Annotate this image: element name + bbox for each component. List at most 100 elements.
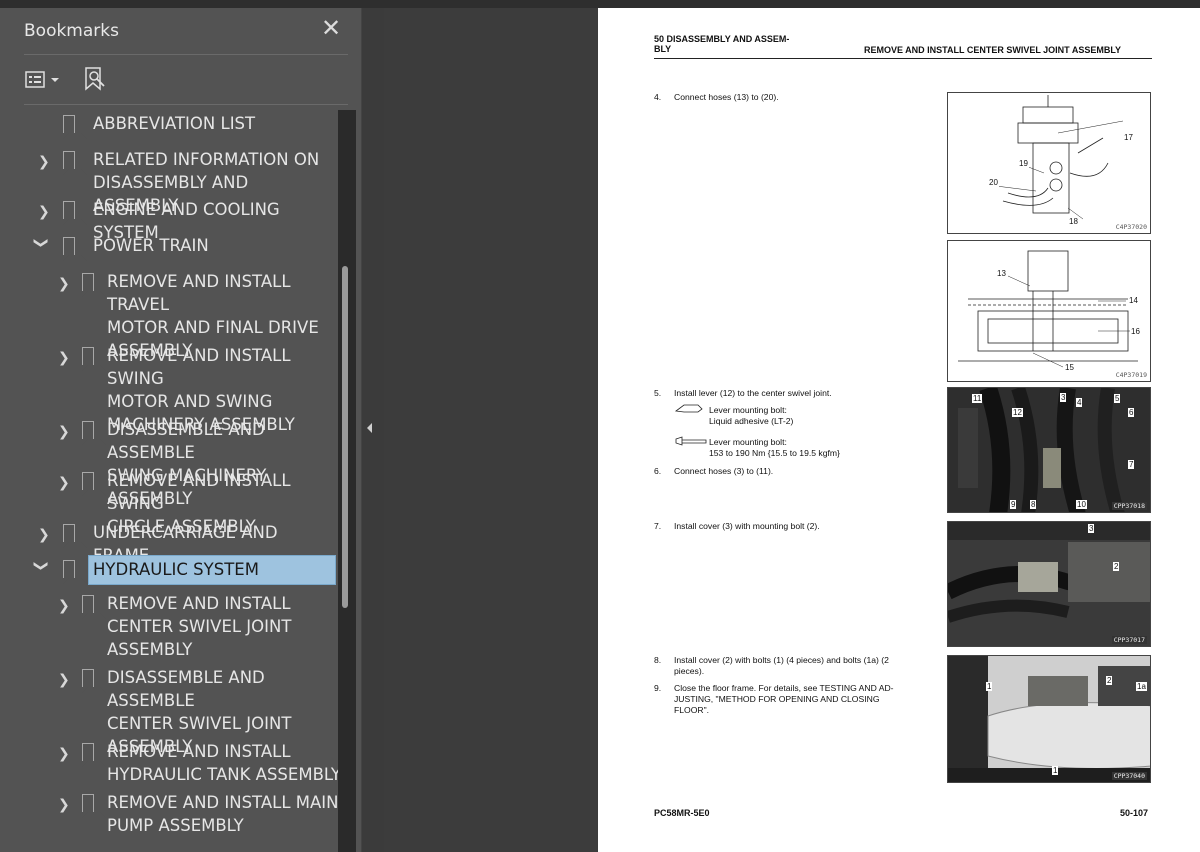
collapse-panel-button[interactable] <box>364 420 384 440</box>
chevron-right-icon[interactable]: ❯ <box>58 347 72 366</box>
callout-label: 5 <box>1114 394 1121 403</box>
photo-floor <box>948 656 1150 782</box>
step-7: 7. Install cover (3) with mounting bolt … <box>654 521 934 533</box>
bookmarks-title: Bookmarks <box>24 21 119 41</box>
bookmark-item[interactable]: ABBREVIATION LIST <box>0 112 338 139</box>
chevron-right-icon[interactable]: ❯ <box>38 151 52 170</box>
step-text: Install cover (3) with mounting bolt (2)… <box>674 521 820 531</box>
callout-label: 9 <box>1010 500 1017 509</box>
chevron-right-icon[interactable]: ❯ <box>58 421 72 440</box>
step-text: Close the floor frame. For details, see … <box>674 683 894 715</box>
step-8: 8. Install cover (2) with bolts (1) (4 p… <box>654 655 944 679</box>
bookmark-label: REMOVE AND INSTALL MAIN PUMP ASSEMBLY <box>107 793 338 835</box>
bookmark-item[interactable]: ❯ REMOVE AND INSTALL SWING MOTOR AND SWI… <box>0 344 338 434</box>
torque-spec: Lever mounting bolt: 153 to 190 Nm {15.5… <box>689 437 919 461</box>
bookmark-item[interactable]: ❯ UNDERCARRIAGE AND FRAME <box>0 521 338 565</box>
step-number: 7. <box>654 521 662 531</box>
chevron-right-icon[interactable]: ❯ <box>58 595 72 614</box>
callout-label: 16 <box>1130 327 1141 336</box>
bookmark-icon <box>81 669 106 693</box>
chevron-right-icon[interactable]: ❯ <box>58 472 72 491</box>
bookmark-item-selected[interactable]: ❯ HYDRAULIC SYSTEM <box>0 555 338 585</box>
bookmark-item[interactable]: ❯ REMOVE AND INSTALL CENTER SWIVEL JOINT… <box>0 592 338 662</box>
spec-text: Lever mounting bolt: Liquid adhesive (LT… <box>709 405 794 426</box>
figure-code: CPP37040 <box>1111 772 1147 780</box>
chevron-right-icon[interactable]: ❯ <box>58 794 72 813</box>
bookmark-item[interactable]: ❯ DISASSEMBLE AND ASSEMBLE CENTER SWIVEL… <box>0 666 338 756</box>
chevron-right-icon[interactable]: ❯ <box>58 743 72 762</box>
section-header: 50 DISASSEMBLY AND ASSEM- BLY <box>654 34 790 54</box>
chevron-down-icon[interactable]: ❯ <box>33 560 52 574</box>
callout-label: 1 <box>1052 766 1059 775</box>
chevron-right-icon[interactable]: ❯ <box>38 524 52 543</box>
step-4: 4. Connect hoses (13) to (20). <box>654 92 934 104</box>
step-number: 9. <box>654 683 662 693</box>
bookmark-item[interactable]: ❯ DISASSEMBLE AND ASSEMBLE SWING MACHINE… <box>0 418 338 508</box>
bookmark-item[interactable]: ❯ REMOVE AND INSTALL SWING CIRCLE ASSEMB… <box>0 469 338 536</box>
callout-label: 3 <box>1060 393 1067 402</box>
step-6: 6. Connect hoses (3) to (11). <box>654 466 934 478</box>
viewer-background <box>384 8 597 852</box>
bookmark-item[interactable]: ❯ REMOVE AND INSTALL HYDRAULIC TANK ASSE… <box>0 740 338 786</box>
chevron-right-icon[interactable]: ❯ <box>58 273 72 292</box>
step-9: 9. Close the floor frame. For details, s… <box>654 683 944 719</box>
bookmark-tree: ABBREVIATION LIST ❯ RELATED INFORMATION … <box>0 102 338 844</box>
bookmark-search-icon <box>85 67 105 91</box>
callout-label: 7 <box>1128 460 1135 469</box>
bookmark-icon <box>62 560 87 584</box>
callout-label: 18 <box>1068 217 1079 226</box>
bookmark-icon <box>62 201 87 225</box>
scrollbar-thumb[interactable] <box>342 266 348 608</box>
header-rule <box>654 58 1152 59</box>
bookmark-item[interactable]: ❯ RELATED INFORMATION ON DISASSEMBLY AND… <box>0 148 338 215</box>
callout-label: 3 <box>1088 524 1095 533</box>
figure-hoses-diagram: 17 19 20 18 C4P37020 <box>947 92 1151 234</box>
callout-label: 12 <box>1012 408 1023 417</box>
bookmark-label: REMOVE AND INSTALL CENTER SWIVEL JOINT A… <box>107 594 292 659</box>
close-icon[interactable]: ✕ <box>318 16 344 42</box>
bookmark-label: REMOVE AND INSTALL HYDRAULIC TANK ASSEMB… <box>107 742 338 784</box>
figure-photo-hoses: 11 12 3 4 5 6 7 9 8 10 CPP37018 <box>947 387 1151 513</box>
step-text: Connect hoses (13) to (20). <box>674 92 779 102</box>
bookmark-icon <box>62 237 87 261</box>
bookmark-icon <box>62 151 87 175</box>
photo-hoses <box>948 388 1150 512</box>
step-number: 4. <box>654 92 662 102</box>
callout-label: 17 <box>1123 133 1134 142</box>
find-bookmark-button[interactable] <box>82 65 112 93</box>
callout-label: 4 <box>1076 398 1083 407</box>
footer-model: PC58MR-5E0 <box>654 808 710 818</box>
chevron-left-icon <box>367 423 372 433</box>
step-number: 5. <box>654 388 662 398</box>
photo-cover <box>948 522 1150 646</box>
figure-hoses-diagram-2: 13 14 16 15 C4P37019 <box>947 240 1151 382</box>
step-number: 6. <box>654 466 662 476</box>
bookmark-icon <box>81 743 106 767</box>
bookmark-item[interactable]: ❯ POWER TRAIN <box>0 234 338 261</box>
spec-text: Lever mounting bolt: 153 to 190 Nm {15.5… <box>709 437 840 458</box>
bookmark-item[interactable]: ❯ REMOVE AND INSTALL TRAVEL MOTOR AND FI… <box>0 270 338 360</box>
bookmark-item[interactable]: ❯ ENGINE AND COOLING SYSTEM <box>0 198 338 242</box>
chevron-right-icon[interactable]: ❯ <box>38 201 52 220</box>
hose-diagram <box>958 250 1138 368</box>
hose-diagram <box>987 95 1124 220</box>
chevron-right-icon[interactable]: ❯ <box>58 669 72 688</box>
callout-label: 2 <box>1106 676 1113 685</box>
bookmark-icon <box>81 347 106 371</box>
callout-label: 1 <box>986 682 993 691</box>
figure-code: C4P37019 <box>1115 371 1147 379</box>
bookmark-item[interactable]: ❯ REMOVE AND INSTALL MAIN PUMP ASSEMBLY <box>0 791 338 837</box>
figure-code: C4P37020 <box>1115 223 1147 231</box>
top-bar <box>0 0 1200 8</box>
callout-label: 6 <box>1128 408 1135 417</box>
chevron-down-icon[interactable]: ❯ <box>33 237 52 251</box>
step-text: Connect hoses (3) to (11). <box>674 466 774 476</box>
bookmark-icon <box>62 524 87 548</box>
bookmark-icon <box>81 421 106 445</box>
page-title: REMOVE AND INSTALL CENTER SWIVEL JOINT A… <box>864 45 1122 55</box>
callout-label: 19 <box>1018 159 1029 168</box>
figure-photo-floor: 1 2 1a 1 CPP37040 <box>947 655 1151 783</box>
bookmarks-toolbar <box>0 60 362 100</box>
bookmark-icon <box>62 115 87 139</box>
bookmark-options-button[interactable] <box>24 65 64 93</box>
